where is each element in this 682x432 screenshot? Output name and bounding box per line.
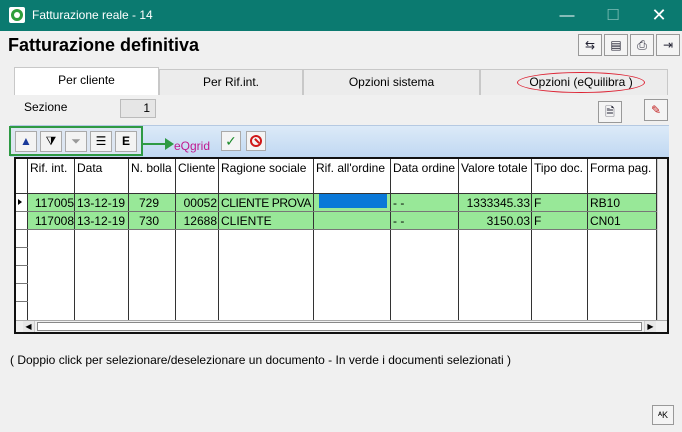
tab-opzioni-equilibra[interactable]: Opzioni (eQuilibra ) (480, 69, 668, 95)
col-header-data[interactable]: Data (75, 159, 129, 195)
cell-data: 13-12-19 (77, 214, 126, 228)
cell-forma-pag: RB10 (590, 196, 621, 210)
tab-bar: Per cliente Per Rif.int. Opzioni sistema… (14, 67, 669, 95)
window-title: Fatturazione reale - 14 (32, 8, 153, 22)
grid-line (16, 283, 28, 284)
grid-line (128, 159, 129, 320)
cell-tipo-doc: F (534, 214, 542, 228)
close-button[interactable]: ✕ (636, 0, 682, 31)
cancel-button[interactable] (246, 131, 266, 151)
cell-cliente: 00052 (183, 196, 217, 210)
grid-line (16, 301, 28, 302)
col-header-valore-totale[interactable]: Valore totale (459, 159, 532, 195)
eqgrid-annotation: eQgrid (174, 139, 211, 153)
sort-up-icon[interactable]: ▲ (15, 131, 37, 152)
scroll-right-icon[interactable]: ▶ (644, 321, 656, 332)
page-title: Fatturazione definitiva (8, 35, 200, 55)
cell-ragione-sociale: CLIENTE (221, 214, 272, 228)
columns-icon[interactable]: ☰ (90, 131, 112, 152)
cell-n-bolla: 729 (138, 196, 159, 210)
cell-ragione-sociale: CLIENTE PROVA (221, 196, 311, 210)
col-header-rif-int[interactable]: Rif. int. (28, 159, 75, 195)
col-header-tipo-doc[interactable]: Tipo doc. (532, 159, 588, 195)
horizontal-scrollbar[interactable]: ◀ ▶ (16, 320, 667, 332)
cell-rif-int: 117008 (34, 214, 74, 228)
arrow-head-icon (165, 138, 174, 150)
title-bar: Fatturazione reale - 14 — ☐ ✕ (0, 0, 682, 31)
grid-line (27, 159, 28, 320)
grid-line (390, 159, 391, 320)
print-icon[interactable]: ⎙ (630, 34, 654, 56)
cell-tipo-doc: F (534, 196, 542, 210)
font-size-button[interactable]: ᴬK (652, 405, 674, 425)
status-text: ( Doppio click per selezionare/deselezio… (10, 353, 511, 367)
tab-per-rif-int[interactable]: Per Rif.int. (159, 69, 303, 95)
grid-line (16, 247, 28, 248)
selected-cell[interactable] (319, 194, 387, 208)
grid-line (587, 159, 588, 320)
col-header-n-bolla[interactable]: N. bolla (129, 159, 176, 195)
cell-valore-totale: 1333345.33 (466, 196, 530, 210)
grid-line (458, 159, 459, 320)
exit-icon[interactable]: ⇥ (656, 34, 680, 56)
sezione-label: Sezione (24, 100, 68, 114)
export-icon[interactable]: E (115, 131, 137, 152)
tab-opzioni-equilibra-label: Opzioni (eQuilibra ) (517, 72, 645, 93)
print-preview-icon[interactable]: ▤ (604, 34, 628, 56)
refresh-icon[interactable]: ⇆ (578, 34, 602, 56)
vertical-scrollbar[interactable] (657, 159, 667, 320)
cell-forma-pag: CN01 (590, 214, 621, 228)
app-logo-icon (9, 7, 25, 23)
grid-line (218, 159, 219, 320)
grid-line (175, 159, 176, 320)
scroll-left-icon[interactable]: ◀ (23, 321, 35, 332)
scroll-thumb[interactable] (37, 322, 642, 331)
form-header: Fatturazione definitiva ⇆ ▤ ⎙ ⇥ (0, 31, 682, 60)
data-grid[interactable]: Rif. int. Data N. bolla Cliente Ragione … (14, 157, 669, 334)
filter-icon[interactable]: ⏷ (65, 131, 87, 152)
options-panel (0, 95, 682, 125)
col-header-data-ordine[interactable]: Data ordine (391, 159, 459, 195)
tab-per-cliente[interactable]: Per cliente (14, 67, 159, 95)
grid-line (313, 159, 314, 320)
cell-data: 13-12-19 (77, 196, 126, 210)
minimize-button[interactable]: — (544, 0, 590, 31)
current-row-indicator-icon (18, 199, 22, 205)
sezione-field[interactable]: 1 (120, 99, 156, 118)
document-icon[interactable]: 🗎 (598, 101, 622, 123)
edit-icon[interactable]: ✎ (644, 99, 668, 121)
grid-line (74, 159, 75, 320)
cell-data-ordine: - - (393, 196, 405, 210)
col-header-forma-pag[interactable]: Forma pag. (588, 159, 657, 195)
cell-valore-totale: 3150.03 (486, 214, 530, 228)
grid-tools-group: ▲ ⧩ ⏷ ☰ E (9, 126, 143, 156)
col-header-cliente[interactable]: Cliente (176, 159, 219, 195)
confirm-button[interactable]: ✓ (221, 131, 241, 151)
cell-rif-int: 117005 (34, 196, 74, 210)
cell-data-ordine: - - (393, 214, 405, 228)
prohibited-icon (250, 135, 262, 147)
filter-edit-icon[interactable]: ⧩ (40, 131, 62, 152)
cell-cliente: 12688 (183, 214, 217, 228)
status-area (0, 337, 682, 432)
grid-line (531, 159, 532, 320)
grid-line (16, 265, 28, 266)
tab-opzioni-sistema[interactable]: Opzioni sistema (303, 69, 480, 95)
col-header-rif-ordine[interactable]: Rif. all'ordine (314, 159, 391, 195)
cell-n-bolla: 730 (138, 214, 159, 228)
maximize-button[interactable]: ☐ (590, 0, 636, 31)
col-header-ragione-sociale[interactable]: Ragione sociale (219, 159, 314, 195)
